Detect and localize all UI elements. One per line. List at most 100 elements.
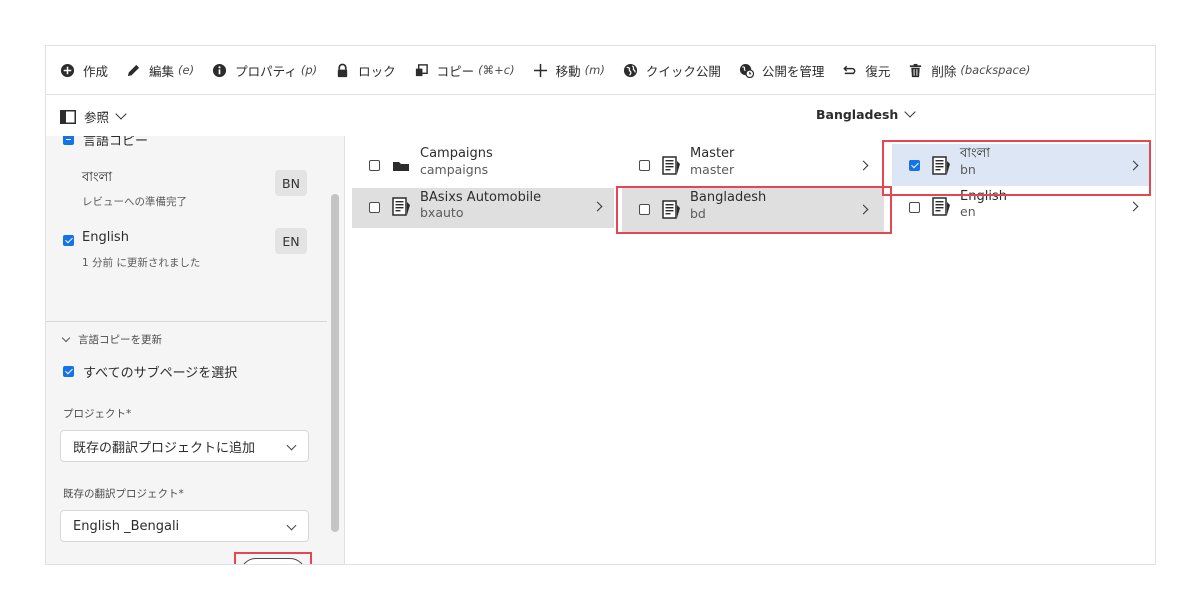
indeterminate-checkbox[interactable] xyxy=(63,136,74,145)
chevron-right-icon xyxy=(1128,201,1139,212)
properties-shortcut: (p) xyxy=(300,63,318,77)
list-item-bangladesh[interactable]: Bangladesh bd xyxy=(622,188,884,232)
row-title: Master xyxy=(690,146,735,161)
move-shortcut: (m) xyxy=(584,63,605,77)
row-name: en xyxy=(960,204,976,219)
scrollbar-thumb[interactable] xyxy=(331,194,339,532)
project-dropdown[interactable]: 既存の翻訳プロジェクトに追加 xyxy=(60,430,309,462)
create-button[interactable]: 作成 xyxy=(60,61,108,80)
list-item-campaigns[interactable]: Campaigns campaigns xyxy=(352,144,614,188)
quick-publish-button[interactable]: クイック公開 xyxy=(623,61,721,80)
add-circle-icon xyxy=(60,63,75,77)
language-status-bn: レビューへの準備完了 xyxy=(82,196,187,208)
language-copies-heading: 言語コピー xyxy=(83,136,149,149)
row-name: bn xyxy=(960,162,976,177)
move-button[interactable]: 移動 (m) xyxy=(533,61,605,80)
properties-label: プロパティ xyxy=(235,63,297,79)
chevron-down-icon xyxy=(904,105,916,118)
info-icon xyxy=(213,63,227,77)
manage-publication-label: 公開を管理 xyxy=(761,63,825,79)
restore-label: 復元 xyxy=(865,63,891,79)
breadcrumb[interactable]: Bangladesh xyxy=(816,105,916,122)
lock-button[interactable]: ロック xyxy=(335,61,396,80)
row-name: master xyxy=(690,162,735,177)
divider xyxy=(46,321,327,322)
language-name-bn[interactable]: বাংলা xyxy=(82,168,112,189)
chevron-down-icon xyxy=(61,333,71,342)
project-value: 既存の翻訳プロジェクトに追加 xyxy=(73,440,256,456)
move-icon xyxy=(533,63,547,77)
delete-shortcut: (backspace) xyxy=(960,63,1031,77)
update-button[interactable]: 更新 xyxy=(240,558,306,564)
page-icon xyxy=(932,197,950,216)
row-title: Campaigns xyxy=(420,146,493,161)
existing-project-dropdown[interactable]: English _Bengali xyxy=(60,510,309,542)
row-title: Bangladesh xyxy=(690,190,767,205)
list-item-master[interactable]: Master master xyxy=(622,144,884,188)
language-code-badge-bn: BN xyxy=(275,170,307,196)
rail-toggle-button[interactable]: 参照 xyxy=(60,107,127,126)
copy-button[interactable]: コピー (⌘+c) xyxy=(414,61,515,80)
list-item-bxauto[interactable]: BAsixs Automobile bxauto xyxy=(352,188,614,228)
create-label: 作成 xyxy=(83,63,109,79)
lock-label: ロック xyxy=(358,63,396,79)
row-name: bd xyxy=(690,206,706,221)
update-language-copies-toggle[interactable]: 言語コピーを更新 xyxy=(61,332,162,347)
move-label: 移動 xyxy=(555,63,581,79)
row-name: bxauto xyxy=(420,205,464,220)
existing-project-label: 既存の翻訳プロジェクト* xyxy=(63,488,184,500)
row-checkbox[interactable] xyxy=(369,160,380,171)
globe-icon xyxy=(623,63,637,77)
chevron-right-icon xyxy=(858,160,869,171)
row-checkbox[interactable] xyxy=(639,160,650,171)
globe-clock-icon xyxy=(739,63,754,78)
language-status-en: 1 分前 に更新されました xyxy=(82,257,201,269)
list-item-en[interactable]: English en xyxy=(892,188,1150,228)
chevron-down-icon xyxy=(286,520,297,531)
english-checkbox[interactable] xyxy=(63,235,74,246)
row-checkbox[interactable] xyxy=(909,202,920,213)
select-all-checkbox[interactable] xyxy=(63,366,74,377)
action-bar: 作成 編集 (e) プロパティ (p) ロック コピー (⌘+c) 移動 (m) xyxy=(46,46,1155,95)
delete-label: 削除 xyxy=(931,63,957,79)
row-title: বাংলা xyxy=(960,146,991,161)
undo-icon xyxy=(843,65,856,74)
copy-icon xyxy=(415,63,428,76)
pencil-icon xyxy=(127,64,140,76)
chevron-down-icon xyxy=(115,107,127,120)
page-icon xyxy=(662,156,680,175)
edit-button[interactable]: 編集 (e) xyxy=(126,61,194,80)
row-title: BAsixs Automobile xyxy=(420,190,542,205)
row-checkbox[interactable] xyxy=(369,202,380,213)
delete-button[interactable]: 削除 (backspace) xyxy=(908,61,1030,80)
lock-icon xyxy=(337,63,348,77)
select-all-subpages[interactable]: すべてのサブページを選択 xyxy=(63,362,237,381)
chevron-right-icon xyxy=(1128,160,1139,171)
edit-label: 編集 xyxy=(149,63,175,79)
quick-publish-label: クイック公開 xyxy=(645,63,721,79)
breadcrumb-label: Bangladesh xyxy=(816,107,899,122)
page-icon xyxy=(662,200,680,219)
existing-project-value: English _Bengali xyxy=(73,518,180,534)
references-rail: 言語コピー বাংলা レビューへの準備完了 BN English 1 分前 に… xyxy=(46,136,345,564)
language-name-en[interactable]: English xyxy=(82,230,129,245)
sites-console: 作成 編集 (e) プロパティ (p) ロック コピー (⌘+c) 移動 (m) xyxy=(45,45,1156,565)
chevron-right-icon xyxy=(858,204,869,215)
update-section-label: 言語コピーを更新 xyxy=(78,334,162,346)
row-checkbox[interactable] xyxy=(639,204,650,215)
project-label: プロジェクト* xyxy=(63,408,132,420)
chevron-right-icon xyxy=(592,201,603,212)
trash-icon xyxy=(910,63,922,77)
edit-shortcut: (e) xyxy=(178,63,195,77)
page-icon xyxy=(932,156,950,175)
rail-icon xyxy=(60,109,76,124)
restore-button[interactable]: 復元 xyxy=(842,61,890,80)
list-item-bn[interactable]: বাংলা bn xyxy=(892,144,1150,186)
rail-toggle-label: 参照 xyxy=(84,110,110,125)
manage-publication-button[interactable]: 公開を管理 xyxy=(739,61,825,80)
row-checkbox[interactable] xyxy=(909,160,920,171)
row-name: campaigns xyxy=(420,162,489,177)
properties-button[interactable]: プロパティ (p) xyxy=(212,61,317,80)
copy-label: コピー xyxy=(436,63,475,79)
language-copies-header[interactable]: 言語コピー xyxy=(63,136,148,149)
